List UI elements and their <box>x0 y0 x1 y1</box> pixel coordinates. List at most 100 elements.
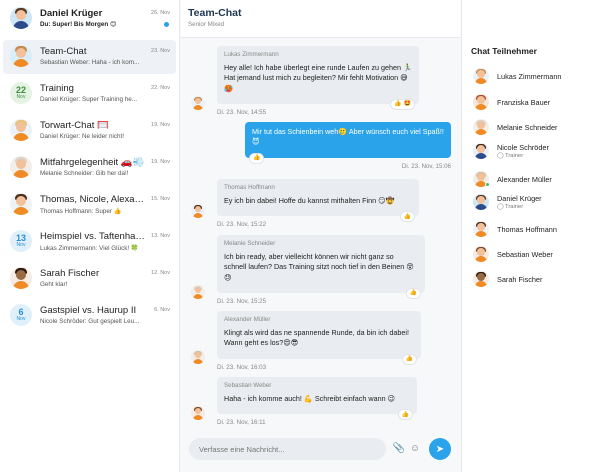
conversation-date: 12. Nov <box>151 270 170 276</box>
conversation-preview: Daniel Krüger: Super Training he... <box>40 96 137 103</box>
date-badge-month: Nov <box>16 242 26 248</box>
avatar <box>10 267 32 289</box>
message-time: Di. 23. Nov, 15:25 <box>217 298 267 306</box>
conversation-item[interactable]: Daniel Krüger Du: Super! Bis Morgen 😊 26.… <box>3 2 176 37</box>
participant-name: Sebastian Weber <box>497 249 553 259</box>
send-icon[interactable]: ➤ <box>429 438 451 460</box>
message-time: Di. 23. Nov, 16:03 <box>217 363 267 371</box>
chat-header: Team-Chat Senior Mixed <box>181 0 460 38</box>
participant-role: ◯ Trainer <box>497 153 549 159</box>
message: Sebastian Weber Haha - ich komme auch! 💪… <box>217 377 417 426</box>
message-sender: Melanie Schneider <box>224 240 276 247</box>
avatar <box>473 94 489 110</box>
conversation-title: Gastspiel vs. Haurup II <box>40 305 137 316</box>
conversation-item[interactable]: Torwart-Chat 🥅 Daniel Krüger: Ne leider n… <box>3 114 176 148</box>
conversation-preview: Du: Super! Bis Morgen 😊 <box>40 21 117 28</box>
participant-name: Alexander Müller <box>497 174 552 184</box>
reactions[interactable]: 👍 <box>249 152 265 164</box>
avatar <box>10 193 32 215</box>
reactions[interactable]: 👍 <box>405 288 421 300</box>
participant-name: Sarah Fischer <box>497 274 543 284</box>
conversation-date: 13. Nov <box>151 233 170 239</box>
online-indicator <box>485 182 490 187</box>
avatar <box>473 119 489 135</box>
participant[interactable]: Daniel Krüger ◯ Trainer <box>471 194 542 210</box>
conversation-preview: Nicole Schröder: Gut gespielt Leu... <box>40 318 140 325</box>
conversation-item[interactable]: 22 Nov Training Daniel Krüger: Super Train… <box>3 77 176 111</box>
unread-indicator <box>164 22 169 27</box>
avatar <box>10 7 32 29</box>
message-time: Di. 23. Nov, 15:22 <box>217 221 267 229</box>
date-badge-month: Nov <box>16 316 26 322</box>
message-text: Ey ich bin dabei! Hoffe du kannst mithal… <box>224 195 395 205</box>
avatar <box>10 119 32 141</box>
avatar <box>473 246 489 262</box>
message-bubble[interactable]: Alexander Müller Klingt als wird das ne … <box>217 311 421 365</box>
avatar <box>10 45 32 67</box>
participant-name: Daniel Krüger <box>497 194 542 203</box>
message-input[interactable] <box>189 438 386 460</box>
participant[interactable]: Sebastian Weber <box>471 246 553 262</box>
reactions[interactable]: 👍 <box>399 211 415 223</box>
trainer-icon: ◯ <box>497 153 504 159</box>
participant[interactable]: Alexander Müller <box>471 171 552 187</box>
chat-subtitle: Senior Mixed <box>188 21 225 28</box>
conversation-item[interactable]: Sarah Fischer Geht klar! 12. Nov <box>3 262 176 296</box>
conversation-date: 6. Nov <box>154 307 170 313</box>
participant[interactable]: Franziska Bauer <box>471 94 550 110</box>
participant[interactable]: Lukas Zimmermann <box>471 68 561 84</box>
avatar <box>10 156 32 178</box>
message-text: Mir tut das Schienbein weh🥲 Aber wünsch … <box>252 127 444 147</box>
conversation-preview: Geht klar! <box>40 281 68 288</box>
message: Alexander Müller Klingt als wird das ne … <box>217 311 421 371</box>
message-bubble[interactable]: Melanie Schneider Ich bin ready, aber vi… <box>217 235 425 300</box>
conversation-date: 19. Nov <box>151 159 170 165</box>
conversation-item[interactable]: 13 Nov Heimspiel vs. Taftenhausen Lukas Zi… <box>3 225 176 259</box>
message-bubble[interactable]: Thomas Hoffmann Ey ich bin dabei! Hoffe … <box>217 179 419 223</box>
participants-title: Chat Teilnehmer <box>471 46 537 56</box>
participant-name: Thomas Hoffmann <box>497 224 557 234</box>
conversation-item[interactable]: Thomas, Nicole, Alexander... Thomas Hoffm… <box>3 188 176 222</box>
participant[interactable]: Nicole Schröder ◯ Trainer <box>471 143 549 159</box>
conversation-date: 23. Nov <box>151 48 170 54</box>
reactions[interactable]: 👍 🤩 <box>390 99 415 111</box>
message-bubble[interactable]: Mir tut das Schienbein weh🥲 Aber wünsch … <box>245 122 451 164</box>
chat-title: Team-Chat <box>188 7 242 19</box>
conversation-item[interactable]: Mitfahrgelegenheit 🚗💨 Melanie Schneider: … <box>3 151 176 185</box>
participant-role-label: Trainer <box>505 204 524 210</box>
smiley-icon[interactable]: ☺ <box>408 442 422 456</box>
participant-name: Lukas Zimmermann <box>497 71 562 81</box>
conversation-preview: Lukas Zimmermann: Viel Glück! 🍀 <box>40 245 139 252</box>
conversation-date: 26. Nov <box>151 10 170 16</box>
participant[interactable]: Melanie Schneider <box>471 119 557 135</box>
sender-avatar <box>191 204 205 218</box>
date-badge: 13 Nov <box>10 230 32 252</box>
message-bubble[interactable]: Sebastian Weber Haha - ich komme auch! 💪… <box>217 377 417 421</box>
chat-panel: Team-Chat Senior Mixed Lukas Zimmermann … <box>181 0 460 472</box>
message-sender: Alexander Müller <box>224 316 271 323</box>
participant[interactable]: Thomas Hoffmann <box>471 221 557 237</box>
participant-role: ◯ Trainer <box>497 204 542 210</box>
participant-name: Franziska Bauer <box>497 97 551 107</box>
message-bubble[interactable]: Lukas Zimmermann Hey alle! Ich habe über… <box>217 46 419 111</box>
message-sender: Lukas Zimmermann <box>224 51 279 58</box>
message-list: Lukas Zimmermann Hey alle! Ich habe über… <box>181 38 460 434</box>
message: Thomas Hoffmann Ey ich bin dabei! Hoffe … <box>217 179 419 228</box>
conversation-item[interactable]: 6 Nov Gastspiel vs. Haurup II Nicole Schrö… <box>3 299 176 333</box>
reactions[interactable]: 👍 <box>401 353 417 365</box>
message-time: Di. 23. Nov, 16:11 <box>217 419 266 427</box>
conversation-item-active[interactable]: Team-Chat Sebastian Weber: Haha - ich kom… <box>3 40 176 74</box>
reactions[interactable]: 👍 <box>397 409 413 421</box>
conversation-date: 19. Nov <box>151 122 170 128</box>
participant[interactable]: Sarah Fischer <box>471 271 542 287</box>
message-text: Klingt als wird das ne spannende Runde, … <box>224 327 410 348</box>
conversation-date: 15. Nov <box>151 196 170 202</box>
avatar <box>473 68 489 84</box>
participant-role-label: Trainer <box>505 153 524 159</box>
message-sender: Thomas Hoffmann <box>224 184 275 191</box>
message-time: Di. 23. Nov, 14:55 <box>217 109 267 117</box>
sender-avatar <box>191 285 205 299</box>
date-badge-month: Nov <box>16 94 26 100</box>
paperclip-icon[interactable]: 📎 <box>392 442 406 456</box>
date-badge: 6 Nov <box>10 304 32 326</box>
